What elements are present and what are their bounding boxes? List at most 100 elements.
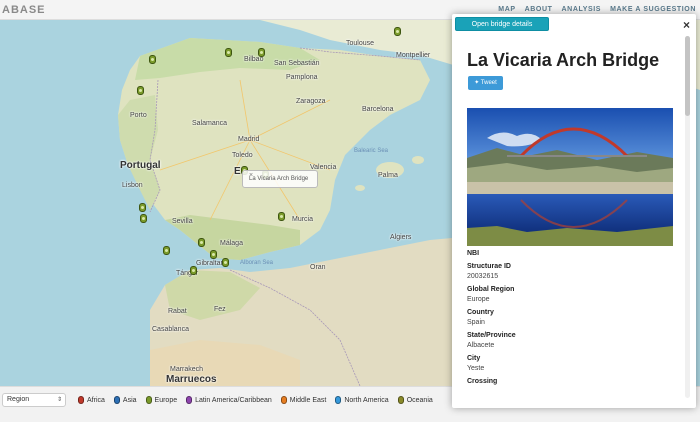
map-label-toledo: Toledo — [232, 152, 253, 159]
map-label-algiers: Algiers — [390, 234, 412, 241]
legend-label: Africa — [87, 396, 105, 404]
field-structurae-id: Structurae ID 20032615 — [467, 263, 673, 280]
panel-scrollbar-thumb[interactable] — [685, 36, 690, 116]
bridge-details-panel: Open bridge details × La Vicaria Arch Br… — [452, 14, 696, 408]
chevron-updown-icon: ⇕ — [56, 397, 62, 403]
map-label-murcia: Murcia — [292, 216, 314, 223]
nav-map[interactable]: MAP — [498, 6, 515, 13]
bridge-pin[interactable] — [225, 48, 232, 57]
brand-logo[interactable]: ABASE — [2, 4, 46, 16]
twitter-bird-icon: ✦ — [474, 80, 480, 86]
main-nav: MAP ABOUT ANALYSIS MAKE A SUGGESTION — [498, 6, 696, 13]
map-label-salamanca: Salamanca — [192, 120, 228, 127]
map-bridge-tooltip[interactable]: La Vicaria Arch Bridge × — [242, 170, 318, 188]
legend-label: Latin America/Caribbean — [195, 396, 272, 404]
bridge-pin[interactable] — [394, 27, 401, 36]
map-label-oran: Oran — [310, 264, 326, 271]
field-label: Country — [467, 309, 494, 316]
legend-item-middle-east[interactable]: Middle East — [280, 396, 327, 404]
field-city: City Yeste — [467, 355, 673, 372]
map-label-marruecos: Marruecos — [166, 374, 217, 385]
legend-item-latin-america[interactable]: Latin America/Caribbean — [186, 396, 272, 404]
bridge-pin[interactable] — [149, 55, 156, 64]
nav-make-a-suggestion[interactable]: MAKE A SUGGESTION — [610, 6, 696, 13]
map-label-casablanca: Casablanca — [152, 326, 189, 333]
pin-icon — [145, 396, 152, 404]
legend-item-europe[interactable]: Europe — [145, 396, 178, 404]
map-label-spain-partial: E — [234, 166, 241, 177]
tweet-button[interactable]: ✦ Tweet — [468, 76, 503, 90]
map-label-bilbao: Bilbao — [244, 56, 264, 63]
nav-analysis[interactable]: ANALYSIS — [562, 6, 602, 13]
open-bridge-details-button[interactable]: Open bridge details — [455, 17, 549, 31]
bridge-pin[interactable] — [210, 250, 217, 259]
field-country: Country Spain — [467, 309, 673, 326]
field-label: State/Province — [467, 332, 516, 339]
legend-label: Asia — [122, 396, 137, 404]
map-label-sevilla: Sevilla — [172, 218, 193, 225]
field-global-region: Global Region Europe — [467, 286, 673, 303]
pin-icon — [186, 396, 193, 404]
bridge-pin[interactable] — [140, 214, 147, 223]
map-label-portugal: Portugal — [120, 160, 161, 171]
pin-icon — [280, 396, 287, 404]
region-select[interactable]: Region ⇕ — [2, 393, 66, 407]
pin-icon — [335, 396, 342, 404]
map-label-montpellier: Montpellier — [396, 52, 431, 59]
map-label-toulouse: Toulouse — [346, 40, 375, 47]
bridge-pin[interactable] — [163, 246, 170, 255]
tooltip-close-icon[interactable]: × — [249, 172, 313, 179]
map-label-rabat: Rabat — [168, 308, 187, 315]
map-label-barcelona: Barcelona — [362, 106, 394, 113]
map-label-porto: Porto — [130, 112, 147, 119]
map-label-gibraltar: Gibraltar — [196, 260, 223, 267]
pin-icon — [113, 396, 120, 404]
legend-label: Europe — [154, 396, 178, 404]
legend-label: Middle East — [289, 396, 327, 404]
field-label: City — [467, 355, 481, 362]
region-select-value: Region — [7, 396, 30, 403]
pin-icon — [78, 396, 84, 404]
legend-item-north-america[interactable]: North America — [335, 396, 389, 404]
tweet-label: Tweet — [480, 80, 497, 86]
field-value: Yeste — [467, 365, 485, 372]
map-label-marrakech: Marrakech — [170, 366, 204, 373]
legend-item-africa[interactable]: Africa — [78, 396, 105, 404]
legend-items: Africa Asia Europe Latin America/Caribbe… — [78, 396, 433, 404]
close-icon[interactable]: × — [683, 18, 690, 32]
pin-icon — [397, 396, 404, 404]
field-value: Albacete — [467, 342, 495, 349]
bridge-details-list: NBI Structurae ID 20032615 Global Region… — [467, 250, 673, 391]
map-label-alboran-sea: Alboran Sea — [240, 260, 274, 266]
field-crossing: Crossing — [467, 378, 673, 385]
field-label: Crossing — [467, 378, 498, 385]
field-value: Europe — [467, 296, 490, 303]
field-value: Spain — [467, 319, 485, 326]
field-label: Global Region — [467, 286, 515, 293]
legend-label: Oceania — [406, 396, 433, 404]
map-label-palma: Palma — [378, 172, 398, 179]
field-nbi: NBI — [467, 250, 673, 257]
bridge-pin[interactable] — [137, 86, 144, 95]
field-label: NBI — [467, 250, 480, 257]
bridge-pin[interactable] — [198, 238, 205, 247]
map-label-balearic-sea: Balearic Sea — [354, 148, 389, 154]
bridge-pin[interactable] — [222, 258, 229, 267]
legend-label: North America — [344, 396, 389, 404]
map-label-sansebastian: San Sebastián — [274, 60, 320, 67]
nav-about[interactable]: ABOUT — [525, 6, 553, 13]
legend-item-asia[interactable]: Asia — [113, 396, 137, 404]
bridge-pin[interactable] — [258, 48, 265, 57]
bridge-photo — [467, 108, 673, 246]
field-value: 20032615 — [467, 273, 499, 280]
field-state-province: State/Province Albacete — [467, 332, 673, 349]
bridge-pin-la-vicaria[interactable] — [278, 212, 285, 221]
legend-item-oceania[interactable]: Oceania — [397, 396, 433, 404]
map-label-zaragoza: Zaragoza — [296, 98, 326, 105]
map-label-malaga: Málaga — [220, 240, 243, 247]
bridge-pin[interactable] — [190, 266, 197, 275]
bridge-title: La Vicaria Arch Bridge — [467, 50, 660, 70]
map-label-fez: Fez — [214, 306, 226, 313]
field-label: Structurae ID — [467, 263, 511, 270]
bridge-pin[interactable] — [139, 203, 146, 212]
